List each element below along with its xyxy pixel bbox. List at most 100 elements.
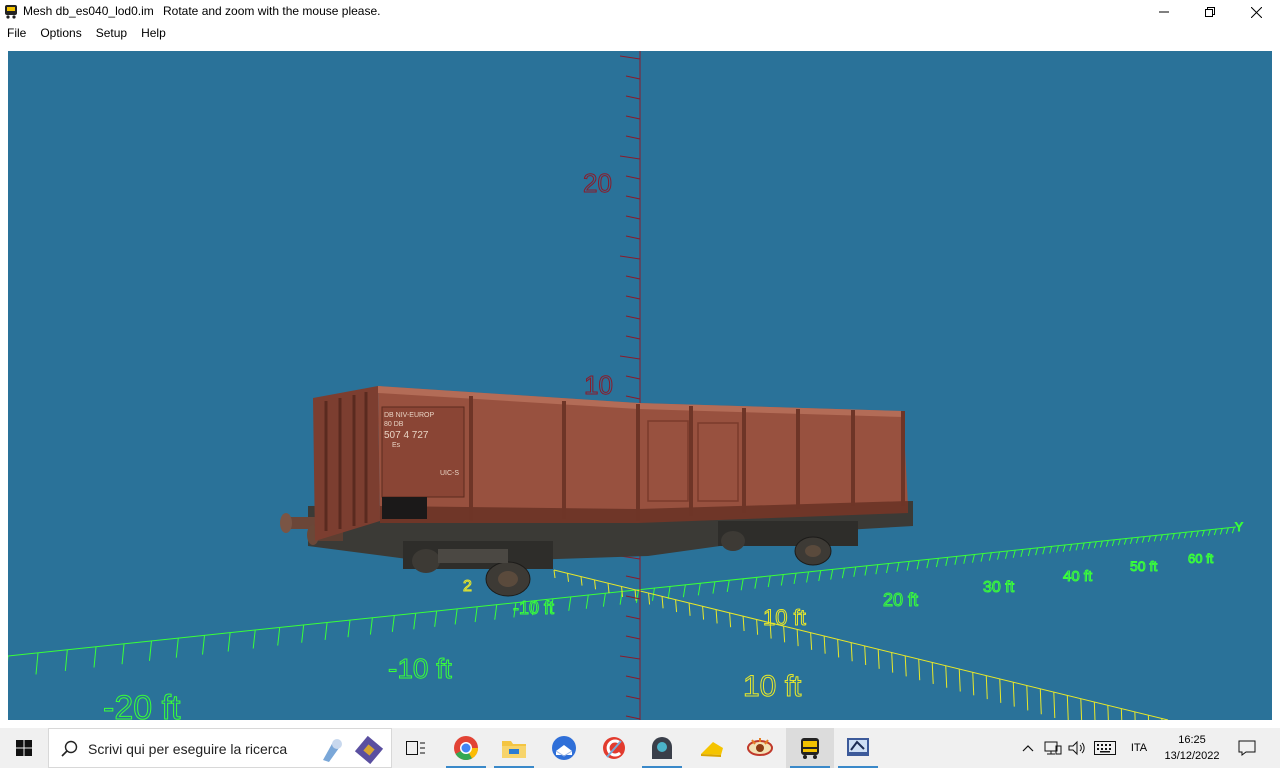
y-axis-tick <box>413 613 417 630</box>
y-axis-tick <box>830 569 834 580</box>
y-axis-tick <box>1141 536 1145 543</box>
x-axis-tick <box>756 619 759 635</box>
input-language: ITA <box>1130 742 1148 754</box>
taskbar-mesh-viewer[interactable] <box>834 728 882 768</box>
taskbar-bus-app[interactable] <box>786 728 834 768</box>
notifications-button[interactable] <box>1234 728 1260 768</box>
taskbar-file-explorer[interactable] <box>490 728 538 768</box>
show-hidden-icons-button[interactable] <box>1018 728 1038 768</box>
menu-help[interactable]: Help <box>134 24 173 42</box>
x-axis-tick <box>607 583 610 594</box>
z-axis-tick <box>625 395 641 400</box>
taskbar-thunderbird[interactable] <box>540 728 588 768</box>
input-language-button[interactable]: ITA <box>1124 728 1154 768</box>
x-axis-tick <box>999 678 1002 703</box>
x-axis-tick <box>972 672 975 696</box>
menu-setup[interactable]: Setup <box>89 24 134 42</box>
maximize-button[interactable] <box>1187 0 1233 24</box>
volume-button[interactable] <box>1066 728 1088 768</box>
minimize-icon <box>1159 11 1169 13</box>
taskbar-ccleaner[interactable] <box>590 728 638 768</box>
minimize-button[interactable] <box>1141 0 1187 24</box>
y-axis-tick <box>324 622 328 640</box>
menu-options[interactable]: Options <box>33 24 88 42</box>
y-axis-tick <box>875 564 879 575</box>
scene-canvas[interactable]: 20 10 -20 ft -10 ft -10 ft 20 ft 30 ft 4… <box>8 51 1272 720</box>
freight-wagon[interactable]: DB NIV-EUROP 80 DB 507 4 727 Es UIC-S <box>280 386 913 597</box>
z-axis-tick <box>625 75 641 80</box>
start-button[interactable] <box>0 728 48 768</box>
z-axis-tick <box>625 575 641 580</box>
x-axis-tick <box>796 629 799 647</box>
close-button[interactable] <box>1233 0 1279 24</box>
x-axis-tick <box>1093 701 1096 720</box>
touch-keyboard-button[interactable] <box>1092 728 1118 768</box>
y-axis-tick <box>988 552 992 561</box>
network-button[interactable] <box>1042 728 1064 768</box>
x-axis-tick <box>567 573 570 582</box>
y-axis-tick <box>93 646 97 668</box>
y-axis-tick <box>1183 532 1187 539</box>
taskbar-vpn[interactable] <box>638 728 686 768</box>
menu-bar: File Options Setup Help <box>0 24 1280 42</box>
y-axis-tick <box>926 559 930 569</box>
taskbar-search-box[interactable]: Scrivi qui per eseguire la ricerca <box>48 728 392 768</box>
notification-icon <box>1238 740 1256 756</box>
y-label-minus10: -10 ft <box>388 653 452 684</box>
y-axis-tick <box>997 551 1000 560</box>
wagon-uic: UIC-S <box>440 470 459 477</box>
y-axis-tick <box>369 617 373 635</box>
x-axis-tick <box>634 589 637 601</box>
speaker-icon <box>1068 740 1085 756</box>
clock-time: 16:25 <box>1178 734 1206 746</box>
x-label-10-near: 10 ft <box>743 670 802 703</box>
x-axis-tick <box>1080 698 1083 720</box>
y-axis-tick <box>1153 535 1157 542</box>
taskbar-clock[interactable]: 16:25 13/12/2022 <box>1160 732 1224 764</box>
x-axis-tick <box>1012 682 1015 707</box>
y-axis-tick <box>954 556 958 565</box>
y-label-minus10-small: -10 ft <box>513 598 554 618</box>
y-axis-tick <box>971 554 975 563</box>
y-axis-tick <box>1035 547 1039 556</box>
y-label-minus20: -20 ft <box>103 689 181 720</box>
x-axis-tick <box>702 606 705 620</box>
taskbar-cheese-app[interactable] <box>688 728 736 768</box>
z-axis-tick <box>625 175 641 180</box>
y-axis-tick <box>841 568 845 579</box>
z-axis-tick <box>619 255 641 260</box>
ccleaner-icon <box>603 737 625 759</box>
y-axis-tick <box>1093 541 1097 549</box>
menu-file[interactable]: File <box>0 24 33 42</box>
task-view-icon <box>406 741 425 755</box>
y-axis-tick <box>585 594 589 609</box>
y-axis-tick <box>35 652 39 675</box>
y-axis-tick <box>853 566 857 577</box>
bus-app-icon <box>801 738 819 759</box>
z-axis-tick <box>619 655 641 660</box>
taskbar-chrome[interactable] <box>442 728 490 768</box>
x-axis-tick <box>580 576 583 586</box>
y-axis-tick <box>896 562 900 572</box>
taskbar-eye-app[interactable] <box>736 728 784 768</box>
x-axis-tick <box>675 599 678 613</box>
y-axis-tick <box>740 578 744 591</box>
y-axis-tick <box>64 649 68 671</box>
y-axis-tick <box>1087 542 1091 549</box>
z-axis-tick <box>625 335 641 340</box>
clock-date: 13/12/2022 <box>1164 750 1220 762</box>
y-axis-tick <box>1081 542 1085 550</box>
y-axis-tick <box>916 560 920 570</box>
task-view-button[interactable] <box>392 728 440 768</box>
x-label-2: 2 <box>463 578 472 595</box>
y-axis-tick <box>1189 531 1193 538</box>
vpn-icon <box>652 737 672 759</box>
y-axis-tick <box>1135 537 1139 544</box>
3d-viewport[interactable]: 20 10 -20 ft -10 ft -10 ft 20 ft 30 ft 4… <box>8 51 1272 720</box>
y-axis-tick <box>227 632 231 652</box>
y-axis-tick <box>494 604 498 620</box>
z-axis-tick <box>625 715 641 720</box>
z-axis-tick <box>625 235 641 240</box>
x-axis-tick <box>958 668 961 692</box>
x-axis-tick <box>850 642 853 662</box>
